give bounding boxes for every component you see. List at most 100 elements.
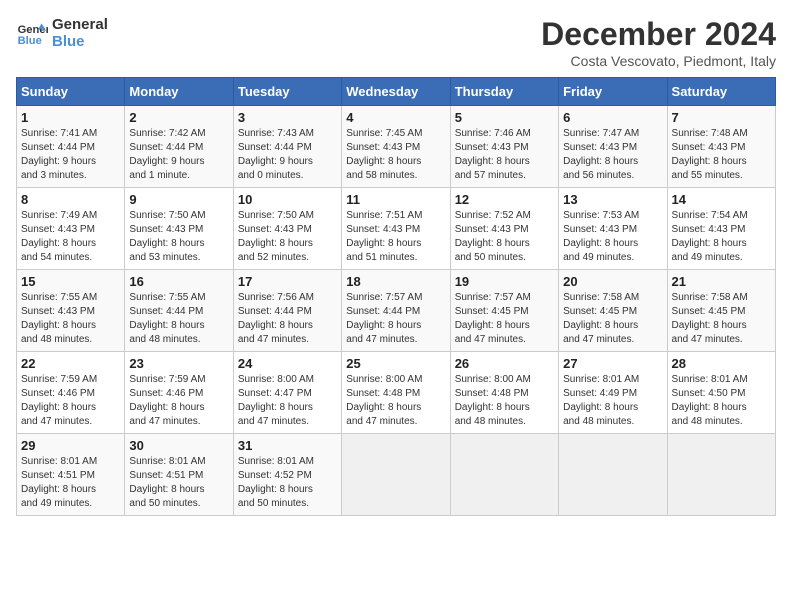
day-number: 7: [672, 110, 771, 125]
calendar-day-cell: 9 Sunrise: 7:50 AM Sunset: 4:43 PM Daylig…: [125, 188, 233, 270]
logo-line1: General: [52, 16, 108, 33]
day-number: 29: [21, 438, 120, 453]
day-info: Sunrise: 7:53 AM Sunset: 4:43 PM Dayligh…: [563, 209, 662, 265]
calendar-day-cell: 27Sunrise: 8:01 AM Sunset: 4:49 PM Dayli…: [559, 352, 667, 434]
calendar-day-cell: 19Sunrise: 7:57 AM Sunset: 4:45 PM Dayli…: [450, 270, 558, 352]
day-number: 31: [238, 438, 337, 453]
calendar-week-row: 8 Sunrise: 7:49 AM Sunset: 4:43 PM Daylig…: [17, 188, 776, 270]
day-number: 10: [238, 192, 337, 207]
calendar-day-cell: 25 Sunrise: 8:00 AM Sunset: 4:48 PM Dayli…: [342, 352, 450, 434]
calendar-day-cell: 24Sunrise: 8:00 AM Sunset: 4:47 PM Dayli…: [233, 352, 341, 434]
calendar-day-cell: 14 Sunrise: 7:54 AM Sunset: 4:43 PM Dayli…: [667, 188, 775, 270]
day-info: Sunrise: 8:01 AM Sunset: 4:51 PM Dayligh…: [129, 455, 228, 511]
day-info: Sunrise: 7:59 AM Sunset: 4:46 PM Dayligh…: [129, 373, 228, 429]
day-info: Sunrise: 7:54 AM Sunset: 4:43 PM Dayligh…: [672, 209, 771, 265]
day-info: Sunrise: 8:01 AM Sunset: 4:52 PM Dayligh…: [238, 455, 337, 511]
day-of-week-header: Wednesday: [342, 78, 450, 106]
calendar-day-cell: 2 Sunrise: 7:42 AM Sunset: 4:44 PM Daylig…: [125, 106, 233, 188]
day-number: 21: [672, 274, 771, 289]
day-number: 25: [346, 356, 445, 371]
calendar-day-cell: 13Sunrise: 7:53 AM Sunset: 4:43 PM Dayli…: [559, 188, 667, 270]
calendar-week-row: 1Sunrise: 7:41 AM Sunset: 4:44 PM Daylig…: [17, 106, 776, 188]
day-of-week-header: Monday: [125, 78, 233, 106]
calendar-body: 1Sunrise: 7:41 AM Sunset: 4:44 PM Daylig…: [17, 106, 776, 516]
day-info: Sunrise: 7:49 AM Sunset: 4:43 PM Dayligh…: [21, 209, 120, 265]
day-info: Sunrise: 7:42 AM Sunset: 4:44 PM Dayligh…: [129, 127, 228, 183]
day-info: Sunrise: 7:50 AM Sunset: 4:43 PM Dayligh…: [238, 209, 337, 265]
day-info: Sunrise: 8:01 AM Sunset: 4:51 PM Dayligh…: [21, 455, 120, 511]
day-info: Sunrise: 7:58 AM Sunset: 4:45 PM Dayligh…: [563, 291, 662, 347]
day-number: 19: [455, 274, 554, 289]
title-block: December 2024 Costa Vescovato, Piedmont,…: [541, 16, 776, 69]
day-info: Sunrise: 7:48 AM Sunset: 4:43 PM Dayligh…: [672, 127, 771, 183]
calendar-day-cell: 10 Sunrise: 7:50 AM Sunset: 4:43 PM Dayli…: [233, 188, 341, 270]
day-info: Sunrise: 8:00 AM Sunset: 4:48 PM Dayligh…: [346, 373, 445, 429]
day-info: Sunrise: 7:55 AM Sunset: 4:44 PM Dayligh…: [129, 291, 228, 347]
day-info: Sunrise: 7:47 AM Sunset: 4:43 PM Dayligh…: [563, 127, 662, 183]
day-info: Sunrise: 7:59 AM Sunset: 4:46 PM Dayligh…: [21, 373, 120, 429]
day-info: Sunrise: 8:01 AM Sunset: 4:50 PM Dayligh…: [672, 373, 771, 429]
calendar-day-cell: 30 Sunrise: 8:01 AM Sunset: 4:51 PM Dayli…: [125, 434, 233, 516]
day-number: 3: [238, 110, 337, 125]
day-headers-row: SundayMondayTuesdayWednesdayThursdayFrid…: [17, 78, 776, 106]
day-number: 6: [563, 110, 662, 125]
calendar-day-cell: 17 Sunrise: 7:56 AM Sunset: 4:44 PM Dayli…: [233, 270, 341, 352]
day-number: 18: [346, 274, 445, 289]
calendar-day-cell: 1Sunrise: 7:41 AM Sunset: 4:44 PM Daylig…: [17, 106, 125, 188]
page-header: General Blue General Blue December 2024 …: [16, 16, 776, 69]
day-number: 20: [563, 274, 662, 289]
calendar-day-cell: 20 Sunrise: 7:58 AM Sunset: 4:45 PM Dayli…: [559, 270, 667, 352]
calendar-day-cell: 21 Sunrise: 7:58 AM Sunset: 4:45 PM Dayli…: [667, 270, 775, 352]
day-info: Sunrise: 8:00 AM Sunset: 4:47 PM Dayligh…: [238, 373, 337, 429]
day-number: 22: [21, 356, 120, 371]
day-info: Sunrise: 7:58 AM Sunset: 4:45 PM Dayligh…: [672, 291, 771, 347]
calendar-week-row: 15Sunrise: 7:55 AM Sunset: 4:43 PM Dayli…: [17, 270, 776, 352]
day-number: 15: [21, 274, 120, 289]
svg-text:General: General: [18, 24, 48, 36]
calendar-day-cell: 8 Sunrise: 7:49 AM Sunset: 4:43 PM Daylig…: [17, 188, 125, 270]
calendar-day-cell: 7 Sunrise: 7:48 AM Sunset: 4:43 PM Daylig…: [667, 106, 775, 188]
calendar-day-cell: 26Sunrise: 8:00 AM Sunset: 4:48 PM Dayli…: [450, 352, 558, 434]
day-info: Sunrise: 7:57 AM Sunset: 4:44 PM Dayligh…: [346, 291, 445, 347]
calendar-week-row: 22 Sunrise: 7:59 AM Sunset: 4:46 PM Dayli…: [17, 352, 776, 434]
calendar-day-cell: [559, 434, 667, 516]
day-number: 11: [346, 192, 445, 207]
day-of-week-header: Tuesday: [233, 78, 341, 106]
location-subtitle: Costa Vescovato, Piedmont, Italy: [541, 53, 776, 69]
day-info: Sunrise: 7:46 AM Sunset: 4:43 PM Dayligh…: [455, 127, 554, 183]
calendar-table: SundayMondayTuesdayWednesdayThursdayFrid…: [16, 77, 776, 516]
day-number: 9: [129, 192, 228, 207]
day-number: 4: [346, 110, 445, 125]
day-number: 17: [238, 274, 337, 289]
day-number: 26: [455, 356, 554, 371]
day-info: Sunrise: 7:52 AM Sunset: 4:43 PM Dayligh…: [455, 209, 554, 265]
day-info: Sunrise: 7:56 AM Sunset: 4:44 PM Dayligh…: [238, 291, 337, 347]
day-info: Sunrise: 7:43 AM Sunset: 4:44 PM Dayligh…: [238, 127, 337, 183]
day-of-week-header: Saturday: [667, 78, 775, 106]
day-info: Sunrise: 7:50 AM Sunset: 4:43 PM Dayligh…: [129, 209, 228, 265]
day-number: 30: [129, 438, 228, 453]
day-number: 8: [21, 192, 120, 207]
logo-line2: Blue: [52, 33, 108, 50]
day-of-week-header: Sunday: [17, 78, 125, 106]
day-number: 5: [455, 110, 554, 125]
day-number: 14: [672, 192, 771, 207]
logo-icon: General Blue: [16, 17, 48, 49]
day-number: 12: [455, 192, 554, 207]
day-number: 23: [129, 356, 228, 371]
svg-text:Blue: Blue: [18, 35, 42, 47]
day-info: Sunrise: 7:45 AM Sunset: 4:43 PM Dayligh…: [346, 127, 445, 183]
calendar-day-cell: 18 Sunrise: 7:57 AM Sunset: 4:44 PM Dayli…: [342, 270, 450, 352]
calendar-day-cell: [667, 434, 775, 516]
day-number: 2: [129, 110, 228, 125]
month-title: December 2024: [541, 16, 776, 53]
day-info: Sunrise: 8:01 AM Sunset: 4:49 PM Dayligh…: [563, 373, 662, 429]
calendar-day-cell: 23 Sunrise: 7:59 AM Sunset: 4:46 PM Dayli…: [125, 352, 233, 434]
logo: General Blue General Blue: [16, 16, 108, 50]
day-of-week-header: Friday: [559, 78, 667, 106]
calendar-day-cell: 3 Sunrise: 7:43 AM Sunset: 4:44 PM Daylig…: [233, 106, 341, 188]
calendar-day-cell: 4 Sunrise: 7:45 AM Sunset: 4:43 PM Daylig…: [342, 106, 450, 188]
calendar-day-cell: 31 Sunrise: 8:01 AM Sunset: 4:52 PM Dayli…: [233, 434, 341, 516]
calendar-day-cell: 22 Sunrise: 7:59 AM Sunset: 4:46 PM Dayli…: [17, 352, 125, 434]
calendar-day-cell: 6 Sunrise: 7:47 AM Sunset: 4:43 PM Daylig…: [559, 106, 667, 188]
